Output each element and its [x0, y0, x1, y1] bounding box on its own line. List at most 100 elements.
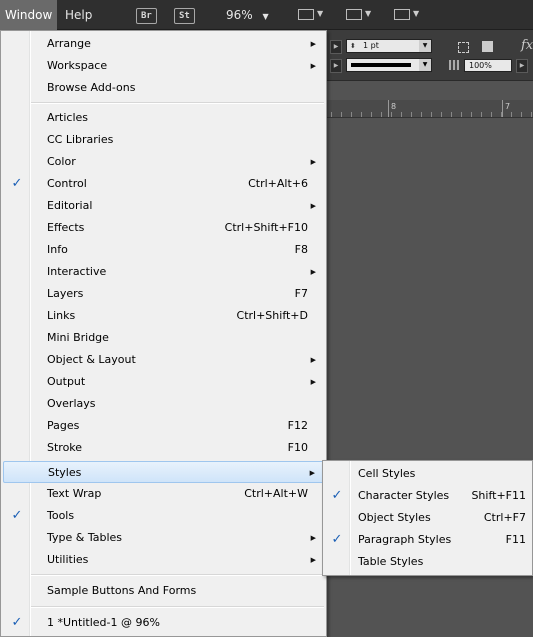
play-arrow-icon[interactable]: ▶ [330, 59, 342, 73]
submenu-arrow-icon: ▶ [310, 556, 316, 564]
menu-item-stroke[interactable]: Stroke F10 [3, 437, 324, 459]
menu-item-shortcut: F8 [294, 243, 308, 256]
menu-item-label: Browse Add-ons [47, 81, 136, 94]
play-arrow-icon[interactable]: ▶ [516, 59, 528, 73]
menu-item-open-document[interactable]: ✓ 1 *Untitled-1 @ 96% [3, 612, 324, 634]
view-options-caret-icon: ▼ [317, 9, 324, 18]
arrange-documents-icon[interactable] [394, 9, 410, 20]
menu-item-label: Editorial [47, 199, 93, 212]
submenu-item-object-styles[interactable]: Object Styles Ctrl+F7 [325, 507, 530, 529]
menu-item-overlays[interactable]: Overlays [3, 393, 324, 415]
submenu-arrow-icon: ▶ [310, 268, 316, 276]
stroke-weight-value: 1 pt [363, 41, 379, 50]
menu-item-label: Color [47, 155, 76, 168]
menu-item-label: Stroke [47, 441, 83, 454]
menu-item-label: Pages [47, 419, 80, 432]
zoom-level[interactable]: 96% ▼ [226, 0, 269, 30]
menu-item-arrange[interactable]: Arrange ▶ [3, 33, 324, 55]
menu-item-label: Table Styles [358, 555, 424, 568]
menu-item-label: Overlays [47, 397, 96, 410]
menu-item-label: CC Libraries [47, 133, 114, 146]
checkmark-icon: ✓ [331, 488, 343, 503]
submenu-arrow-icon: ▶ [309, 469, 315, 477]
view-options-icon[interactable] [298, 9, 314, 20]
menu-item-shortcut: Ctrl+Shift+D [236, 309, 308, 322]
menu-item-shortcut: Shift+F11 [471, 489, 526, 502]
screen-mode-caret-icon: ▼ [365, 9, 372, 18]
horizontal-ruler: 8 7 [322, 100, 533, 118]
opacity-value: 100% [469, 61, 492, 70]
menu-item-control[interactable]: ✓ Control Ctrl+Alt+6 [3, 173, 324, 195]
menu-item-editorial[interactable]: Editorial ▶ [3, 195, 324, 217]
checkmark-icon: ✓ [11, 176, 23, 191]
menu-item-label: Interactive [47, 265, 107, 278]
fx-icon[interactable]: fx. [521, 38, 533, 53]
menu-item-utilities[interactable]: Utilities ▶ [3, 549, 324, 571]
menu-window[interactable]: Window [0, 0, 58, 30]
menu-item-type-tables[interactable]: Type & Tables ▶ [3, 527, 324, 549]
menu-item-label: Object & Layout [47, 353, 136, 366]
control-panel: ▶ ▶ ⬍ 1 pt ▼ ▼ fx. 100% ▶ [322, 30, 533, 81]
menu-item-pages[interactable]: Pages F12 [3, 415, 324, 437]
submenu-item-character-styles[interactable]: ✓ Character Styles Shift+F11 [325, 485, 530, 507]
zoom-value: 96% [226, 8, 253, 22]
submenu-item-cell-styles[interactable]: Cell Styles [325, 463, 530, 485]
submenu-arrow-icon: ▶ [310, 356, 316, 364]
menu-item-object-layout[interactable]: Object & Layout ▶ [3, 349, 324, 371]
menu-item-workspace[interactable]: Workspace ▶ [3, 55, 324, 77]
menu-item-articles[interactable]: Articles [3, 107, 324, 129]
menu-item-links[interactable]: Links Ctrl+Shift+D [3, 305, 324, 327]
menu-separator [31, 102, 324, 104]
menu-item-shortcut: F10 [287, 441, 308, 454]
menu-item-label: Workspace [47, 59, 108, 72]
drop-shadow-icon[interactable] [482, 41, 493, 52]
menu-item-effects[interactable]: Effects Ctrl+Shift+F10 [3, 217, 324, 239]
menu-item-text-wrap[interactable]: Text Wrap Ctrl+Alt+W [3, 483, 324, 505]
submenu-item-table-styles[interactable]: Table Styles [325, 551, 530, 573]
stock-button[interactable]: St [174, 8, 195, 24]
stroke-type-field[interactable]: ▼ [346, 58, 432, 72]
play-arrow-icon[interactable]: ▶ [330, 40, 342, 54]
bridge-button[interactable]: Br [136, 8, 157, 24]
opacity-field[interactable]: 100% [464, 59, 512, 72]
menu-item-cc-libraries[interactable]: CC Libraries [3, 129, 324, 151]
menu-item-interactive[interactable]: Interactive ▶ [3, 261, 324, 283]
menu-item-label: Layers [47, 287, 84, 300]
menu-item-shortcut: F11 [505, 533, 526, 546]
menu-item-styles[interactable]: Styles ▶ [3, 461, 324, 483]
menu-item-label: Articles [47, 111, 89, 124]
submenu-arrow-icon: ▶ [310, 534, 316, 542]
menu-item-browse-add-ons[interactable]: Browse Add-ons [3, 77, 324, 99]
menu-item-label: Control [47, 177, 87, 190]
stepper-icon[interactable]: ⬍ [350, 40, 356, 52]
menu-separator [31, 574, 324, 576]
menu-item-mini-bridge[interactable]: Mini Bridge [3, 327, 324, 349]
menu-item-layers[interactable]: Layers F7 [3, 283, 324, 305]
menu-item-shortcut: F12 [287, 419, 308, 432]
stroke-weight-field[interactable]: ⬍ 1 pt ▼ [346, 39, 432, 53]
menu-separator [31, 606, 324, 608]
screen-mode-icon[interactable] [346, 9, 362, 20]
menu-item-label: Tools [47, 509, 75, 522]
arrange-documents-caret-icon: ▼ [413, 9, 420, 18]
submenu-arrow-icon: ▶ [310, 378, 316, 386]
dropdown-icon[interactable]: ▼ [419, 40, 431, 52]
menu-item-sample-buttons-and-forms[interactable]: Sample Buttons And Forms [3, 580, 324, 602]
menu-item-shortcut: Ctrl+Shift+F10 [224, 221, 308, 234]
submenu-arrow-icon: ▶ [310, 158, 316, 166]
window-menu: Arrange ▶ Workspace ▶ Browse Add-ons Art… [0, 30, 327, 637]
styles-submenu: Cell Styles ✓ Character Styles Shift+F11… [322, 460, 533, 576]
menu-item-label: 1 *Untitled-1 @ 96% [47, 616, 160, 629]
frame-icon[interactable] [458, 42, 469, 53]
menu-item-label: Arrange [47, 37, 91, 50]
menu-item-color[interactable]: Color ▶ [3, 151, 324, 173]
dropdown-icon[interactable]: ▼ [419, 59, 431, 71]
menu-item-shortcut: Ctrl+Alt+6 [248, 177, 308, 190]
submenu-item-paragraph-styles[interactable]: ✓ Paragraph Styles F11 [325, 529, 530, 551]
menu-help[interactable]: Help [60, 0, 97, 30]
menu-item-tools[interactable]: ✓ Tools [3, 505, 324, 527]
ruler-label: 7 [505, 102, 511, 111]
menu-item-info[interactable]: Info F8 [3, 239, 324, 261]
menu-item-output[interactable]: Output ▶ [3, 371, 324, 393]
menu-item-shortcut: F7 [294, 287, 308, 300]
